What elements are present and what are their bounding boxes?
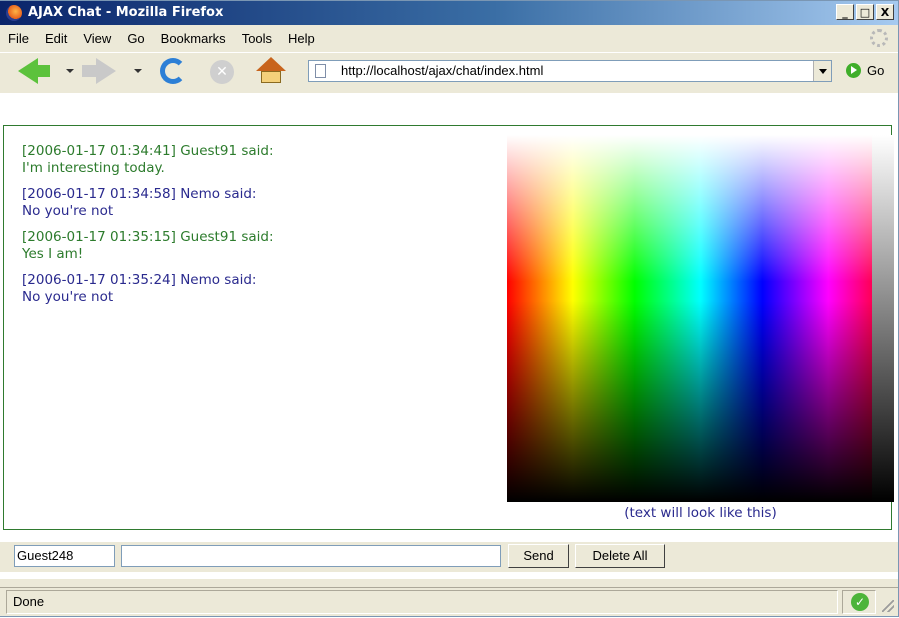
input-row: Guest248 Send Delete All: [0, 542, 898, 572]
menu-bookmarks[interactable]: Bookmarks: [153, 31, 234, 46]
chat-message: [2006-01-17 01:34:58] Nemo said: No you'…: [22, 186, 492, 220]
status-bar: Done ✓: [0, 587, 898, 618]
message-header: [2006-01-17 01:35:15] Guest91 said:: [22, 229, 274, 245]
checkmark-icon: ✓: [851, 593, 869, 611]
navigation-toolbar: ✕ http://localhost/ajax/chat/index.html …: [0, 52, 898, 94]
status-text: Done: [6, 590, 838, 614]
message-text: No you're not: [22, 203, 114, 219]
browser-window: AJAX Chat - Mozilla Firefox _ □ X File E…: [0, 0, 899, 617]
color-preview-text: (text will look like this): [624, 505, 777, 521]
send-button[interactable]: Send: [508, 544, 569, 568]
menu-bar: File Edit View Go Bookmarks Tools Help: [0, 26, 898, 50]
window-title: AJAX Chat - Mozilla Firefox: [28, 5, 224, 20]
menu-file[interactable]: File: [0, 31, 37, 46]
grayscale-strip[interactable]: [872, 135, 894, 502]
reload-icon[interactable]: [160, 58, 186, 84]
menu-help[interactable]: Help: [280, 31, 323, 46]
go-icon: [846, 63, 861, 78]
page-icon: [315, 64, 326, 78]
back-arrow-tail: [36, 65, 50, 77]
menu-edit[interactable]: Edit: [37, 31, 75, 46]
back-dropdown-icon[interactable]: [66, 69, 74, 73]
message-input[interactable]: [121, 545, 501, 567]
minimize-button[interactable]: _: [836, 4, 854, 20]
forward-dropdown-icon[interactable]: [134, 69, 142, 73]
message-text: No you're not: [22, 289, 114, 305]
chat-message: [2006-01-17 01:34:41] Guest91 said: I'm …: [22, 143, 492, 177]
resize-grip-icon[interactable]: [882, 600, 894, 612]
stop-icon[interactable]: ✕: [210, 60, 234, 84]
forward-arrow-tail: [82, 65, 96, 77]
url-text[interactable]: http://localhost/ajax/chat/index.html: [341, 61, 543, 81]
message-header: [2006-01-17 01:35:24] Nemo said:: [22, 272, 257, 288]
message-text: Yes I am!: [22, 246, 84, 262]
url-dropdown-button[interactable]: [813, 61, 831, 81]
chat-message: [2006-01-17 01:35:24] Nemo said: No you'…: [22, 272, 492, 306]
back-arrow-icon[interactable]: [18, 58, 38, 84]
status-icon-panel: ✓: [842, 590, 876, 614]
chat-messages: [2006-01-17 01:34:41] Guest91 said: I'm …: [22, 143, 492, 315]
address-bar[interactable]: http://localhost/ajax/chat/index.html: [308, 60, 832, 82]
go-label: Go: [867, 63, 885, 78]
message-text: I'm interesting today.: [22, 160, 165, 176]
color-palette[interactable]: [507, 135, 894, 502]
throbber-icon: [870, 29, 888, 47]
menu-go[interactable]: Go: [119, 31, 152, 46]
chat-message: [2006-01-17 01:35:15] Guest91 said: Yes …: [22, 229, 492, 263]
menu-tools[interactable]: Tools: [234, 31, 280, 46]
forward-arrow-icon[interactable]: [96, 58, 116, 84]
delete-all-button[interactable]: Delete All: [575, 544, 665, 568]
close-button[interactable]: X: [876, 4, 894, 20]
message-header: [2006-01-17 01:34:58] Nemo said:: [22, 186, 257, 202]
title-bar: AJAX Chat - Mozilla Firefox _ □ X: [0, 1, 898, 25]
menu-view[interactable]: View: [75, 31, 119, 46]
maximize-button[interactable]: □: [856, 4, 874, 20]
username-input[interactable]: Guest248: [14, 545, 115, 567]
home-icon[interactable]: [256, 57, 286, 83]
go-button[interactable]: Go: [846, 63, 884, 78]
firefox-icon: [6, 5, 22, 21]
message-header: [2006-01-17 01:34:41] Guest91 said:: [22, 143, 274, 159]
